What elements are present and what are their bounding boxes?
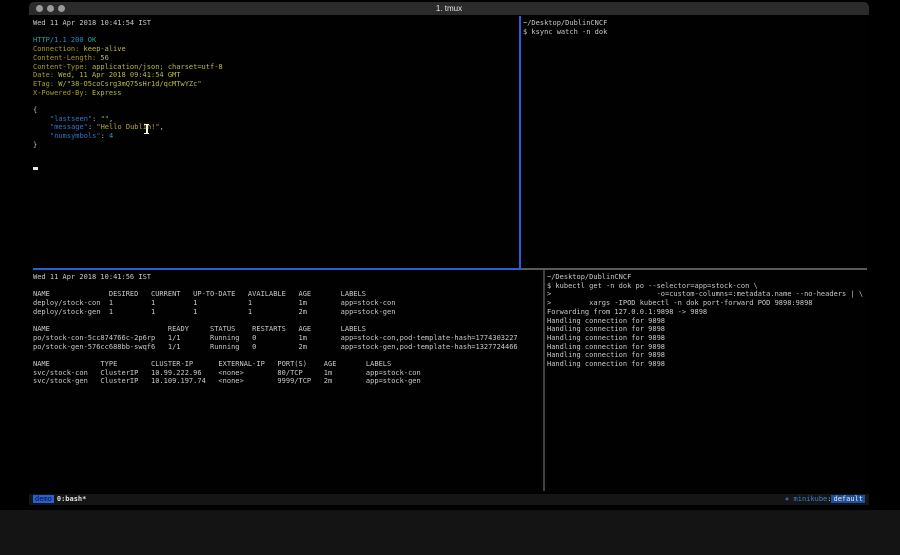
json-entry: "lastseen": "", [33, 115, 519, 124]
kube-namespace-badge: default [831, 495, 865, 503]
http-status-line: HTTP/1.1 200 OK [33, 36, 519, 45]
output-line: Handling connection for 9898 [547, 343, 865, 352]
pods-table: NAME READY STATUS RESTARTS AGE LABELS po… [33, 325, 543, 351]
pane-http-response[interactable]: Wed 11 Apr 2018 10:41:54 IST HTTP/1.1 20… [33, 19, 519, 267]
cwd-line: ~/Desktop/DublinCNCF [523, 19, 865, 28]
terminal-window: 1. tmux Wed 11 Apr 2018 10:41:54 IST HTT… [29, 2, 869, 510]
timestamp-line: Wed 11 Apr 2018 10:41:56 IST [33, 273, 543, 282]
window-title: 1. tmux [29, 2, 869, 15]
services-table: NAME TYPE CLUSTER-IP EXTERNAL-IP PORT(S)… [33, 360, 543, 386]
http-header-row: Content-Type:application/json; charset=u… [33, 63, 519, 72]
command-continuation-line: > xargs -IPOD kubectl -n dok port-forwar… [547, 299, 865, 308]
active-window-item[interactable]: 0:bash* [57, 495, 87, 503]
command-continuation-line: > -o=custom-columns=:metadata.name --no-… [547, 290, 865, 299]
http-keyword: HTTP [33, 36, 50, 44]
close-button-icon[interactable] [36, 5, 43, 12]
status-left: demo0:bash* [33, 494, 86, 505]
status-right: ⎈ minikube:default [785, 494, 865, 505]
tmux-terminal: Wed 11 Apr 2018 10:41:54 IST HTTP/1.1 20… [29, 16, 869, 493]
pane-port-forward[interactable]: ~/Desktop/DublinCNCF $ kubectl get -n do… [547, 273, 865, 491]
output-line: Forwarding from 127.0.0.1:9898 -> 9898 [547, 308, 865, 317]
json-close-brace: } [33, 141, 519, 150]
session-name-badge: demo [33, 495, 54, 503]
mouse-ibeam-cursor [146, 125, 148, 133]
output-line: Handling connection for 9898 [547, 360, 865, 369]
json-open-brace: { [33, 106, 519, 115]
command-line: $ kubectl get -n dok po --selector=app=s… [547, 282, 865, 291]
http-header-row: Date:Wed, 11 Apr 2018 09:41:54 GMT [33, 71, 519, 80]
http-header-row: Content-Length:56 [33, 54, 519, 63]
http-header-row: ETag:W/"38-O5coCsrg3mQ75sHr1d/qcMTwYZc" [33, 80, 519, 89]
terminal-cursor [33, 167, 38, 170]
deployments-table: NAME DESIRED CURRENT UP-TO-DATE AVAILABL… [33, 290, 543, 316]
output-line: Handling connection for 9898 [547, 325, 865, 334]
http-header-row: X-Powered-By:Express [33, 89, 519, 98]
window-titlebar[interactable]: 1. tmux [29, 2, 869, 16]
kube-context-label: minikube [794, 495, 828, 503]
pane-divider-horizontal[interactable] [521, 268, 867, 270]
desktop-background [0, 510, 900, 555]
timestamp-line: Wed 11 Apr 2018 10:41:54 IST [33, 19, 519, 28]
cwd-line: ~/Desktop/DublinCNCF [547, 273, 865, 282]
json-entry: "numsymbols": 4 [33, 132, 519, 141]
pane-divider-vertical-top[interactable] [519, 16, 521, 268]
pane-kubectl-resources[interactable]: Wed 11 Apr 2018 10:41:56 IST NAME DESIRE… [33, 273, 543, 491]
pane-ksync[interactable]: ~/Desktop/DublinCNCF $ ksync watch -n do… [523, 19, 865, 267]
json-entry: "message": "Hello Dublin!", [33, 123, 519, 132]
output-line: Handling connection for 9898 [547, 351, 865, 360]
http-reason: OK [88, 36, 96, 44]
tmux-status-bar: demo0:bash* ⎈ minikube:default [29, 494, 869, 505]
zoom-button-icon[interactable] [58, 5, 65, 12]
pane-divider-horizontal-active[interactable] [33, 268, 521, 270]
output-line: Handling connection for 9898 [547, 334, 865, 343]
pane-divider-vertical-bottom[interactable] [543, 270, 545, 491]
output-line: Handling connection for 9898 [547, 317, 865, 326]
http-version-status: /1.1 200 [50, 36, 84, 44]
minimize-button-icon[interactable] [47, 5, 54, 12]
traffic-lights [36, 5, 65, 12]
command-line: $ ksync watch -n dok [523, 28, 865, 37]
http-header-row: Connection:keep-alive [33, 45, 519, 54]
